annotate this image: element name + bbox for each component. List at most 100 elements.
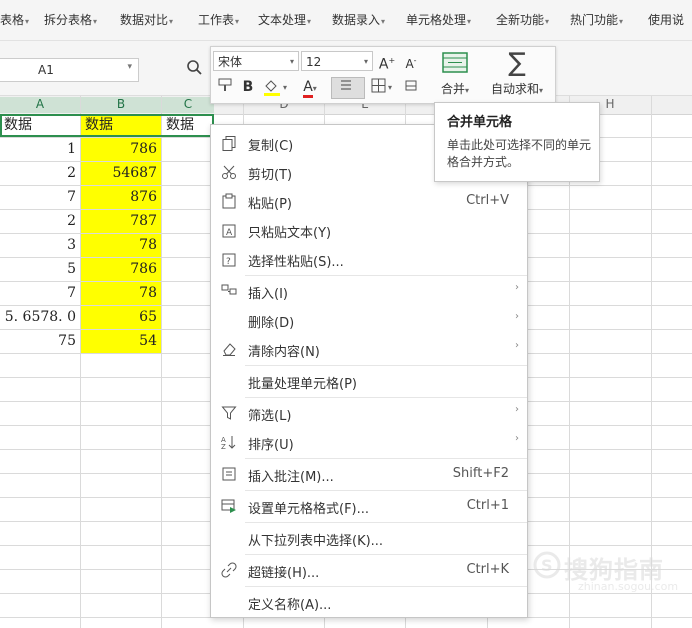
menu-item-insert[interactable]: 插入(I) › — [211, 277, 527, 305]
tooltip-description: 单击此处可选择不同的单元格合并方式。 — [447, 138, 592, 169]
merge-cells-label: 合并 — [440, 82, 465, 96]
border-button[interactable]: ▾ — [369, 77, 399, 101]
cell-b5[interactable]: 787 — [81, 210, 161, 233]
menu-item-label: 批量处理单元格(P) — [248, 377, 357, 392]
menu-item-format-cells[interactable]: 设置单元格格式(F)... Ctrl+1 — [211, 492, 527, 520]
menu-item-paste-special[interactable]: ? 选择性粘贴(S)... — [211, 245, 527, 273]
menu-item-label: 只粘贴文本(Y) — [248, 226, 332, 241]
cell-c1[interactable]: 数据 — [162, 114, 214, 137]
ribbon-item-popular-features[interactable]: 热门功能▾ — [570, 11, 623, 28]
cell-b6[interactable]: 78 — [81, 234, 161, 257]
menu-separator — [245, 586, 527, 587]
cell-b8[interactable]: 78 — [81, 282, 161, 305]
cell-a7[interactable]: 5 — [0, 258, 80, 281]
copy-icon — [222, 136, 236, 151]
align-button[interactable] — [331, 77, 365, 99]
menu-item-label: 超链接(H)... — [248, 566, 320, 581]
cell-a5[interactable]: 2 — [0, 210, 80, 233]
fill-color-button[interactable]: ▾ — [261, 77, 291, 103]
tooltip-title: 合并单元格 — [447, 115, 513, 130]
cell-b3[interactable]: 54687 — [81, 162, 161, 185]
font-family-select[interactable]: 宋体 ▾ — [213, 51, 299, 71]
grow-font-button[interactable]: A+ — [377, 51, 397, 75]
font-color-button[interactable]: A▾ — [295, 77, 325, 99]
menu-item-hyperlink[interactable]: 超链接(H)... Ctrl+K — [211, 556, 527, 584]
font-size-select[interactable]: 12 ▾ — [301, 51, 373, 71]
menu-item-shortcut: Ctrl+K — [466, 562, 509, 577]
name-box[interactable]: A1 ▾ — [0, 58, 139, 82]
menu-item-insert-comment[interactable]: 插入批注(M)... Shift+F2 — [211, 460, 527, 488]
column-header-b[interactable]: B — [81, 97, 161, 113]
ribbon-toolbar: 表格▾ 拆分表格▾ 数据对比▾ 工作表▾ 文本处理▾ 数据录入▾ 单元格处理▾ … — [0, 0, 692, 41]
svg-text:▾: ▾ — [283, 83, 287, 92]
ribbon-item-worksheet[interactable]: 工作表▾ — [198, 11, 239, 28]
autosum-label: 自动求和 — [490, 82, 539, 96]
ribbon-item-data-entry[interactable]: 数据录入▾ — [332, 11, 385, 28]
format-painter-button[interactable] — [215, 77, 235, 99]
menu-item-batch-process[interactable]: 批量处理单元格(P) — [211, 367, 527, 395]
bold-button[interactable]: B — [239, 77, 257, 97]
ribbon-item-instructions[interactable]: 使用说 — [648, 11, 684, 28]
insert-icon — [221, 284, 237, 295]
cell-a1[interactable]: 数据 — [0, 114, 80, 137]
ribbon-item-text-processing[interactable]: 文本处理▾ — [258, 11, 311, 28]
chevron-down-icon: ▾ — [465, 86, 470, 95]
name-box-value: A1 — [38, 63, 54, 77]
clear-icon — [223, 343, 236, 356]
ribbon-item-table[interactable]: 表格▾ — [0, 11, 29, 28]
cell-a2[interactable]: 1 — [0, 138, 80, 161]
menu-separator — [245, 522, 527, 523]
mini-toolbar: 宋体 ▾ 12 ▾ A+ A- B ▾ A▾ ▾ 合并▾ ∑ 自动求和▾ — [210, 46, 556, 104]
find-icon[interactable] — [186, 58, 204, 78]
chevron-right-icon: › — [515, 404, 519, 415]
cell-a4[interactable]: 7 — [0, 186, 80, 209]
chevron-right-icon: › — [515, 282, 519, 293]
cell-a10[interactable]: 75 — [0, 330, 80, 353]
ribbon-item-new-features[interactable]: 全新功能▾ — [496, 11, 549, 28]
sort-icon: AZ — [221, 436, 236, 450]
menu-item-filter[interactable]: 筛选(L) › — [211, 399, 527, 427]
eraser-icon — [405, 80, 417, 91]
ribbon-item-cell-processing[interactable]: 单元格处理▾ — [406, 11, 471, 28]
menu-item-define-name[interactable]: 定义名称(A)... — [211, 588, 527, 616]
cell-b7[interactable]: 786 — [81, 258, 161, 281]
shrink-font-button[interactable]: A- — [401, 51, 421, 74]
cell-a8[interactable]: 7 — [0, 282, 80, 305]
column-header-c[interactable]: C — [162, 97, 214, 113]
cell-b9[interactable]: 65 — [81, 306, 161, 329]
menu-separator — [245, 365, 527, 366]
merge-cells-button[interactable]: 合并▾ — [433, 49, 477, 101]
menu-item-sort[interactable]: AZ 排序(U) › — [211, 428, 527, 456]
context-menu: 复制(C) 剪切(T) 粘贴(P) Ctrl+V A 只粘贴文本(Y) ? 选择… — [210, 124, 528, 618]
menu-item-delete[interactable]: 删除(D) › — [211, 306, 527, 334]
ribbon-item-data-compare[interactable]: 数据对比▾ — [120, 11, 173, 28]
clear-format-button[interactable] — [401, 77, 421, 99]
menu-item-label: 设置单元格格式(F)... — [248, 502, 370, 517]
menu-item-paste-text-only[interactable]: A 只粘贴文本(Y) — [211, 216, 527, 244]
font-size-value: 12 — [306, 55, 322, 69]
cell-a6[interactable]: 3 — [0, 234, 80, 257]
cell-b2[interactable]: 786 — [81, 138, 161, 161]
cell-a9[interactable]: 5. 6578. 0 — [0, 306, 80, 329]
menu-item-pick-from-list[interactable]: 从下拉列表中选择(K)... — [211, 524, 527, 552]
shrink-font-icon: A — [405, 57, 414, 71]
cell-b4[interactable]: 876 — [81, 186, 161, 209]
menu-separator — [245, 490, 527, 491]
column-header-a[interactable]: A — [0, 97, 80, 113]
menu-item-clear-contents[interactable]: 清除内容(N) › — [211, 335, 527, 363]
autosum-button[interactable]: ∑ 自动求和▾ — [481, 49, 553, 101]
cell-b10[interactable]: 54 — [81, 330, 161, 353]
scissors-icon — [222, 165, 236, 179]
svg-text:?: ? — [226, 257, 231, 267]
paste-text-icon: A — [222, 224, 236, 238]
chevron-down-icon[interactable]: ▾ — [127, 62, 132, 72]
watermark-logo-icon: S — [533, 551, 561, 579]
cell-a3[interactable]: 2 — [0, 162, 80, 185]
align-center-icon — [341, 80, 351, 90]
menu-item-label: 插入(I) — [248, 287, 288, 302]
menu-item-paste[interactable]: 粘贴(P) Ctrl+V — [211, 187, 527, 215]
menu-separator — [245, 458, 527, 459]
ribbon-item-split-table[interactable]: 拆分表格▾ — [44, 11, 97, 28]
menu-item-shortcut: Shift+F2 — [452, 466, 509, 481]
cell-b1[interactable]: 数据 — [81, 114, 161, 137]
